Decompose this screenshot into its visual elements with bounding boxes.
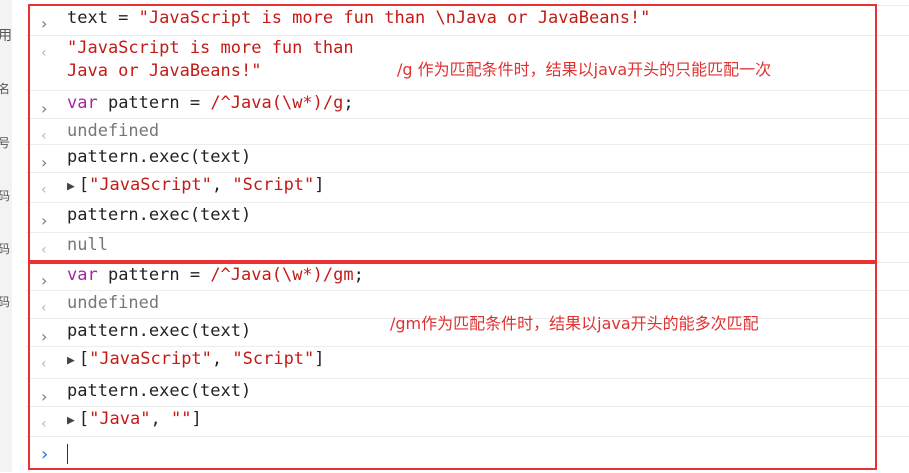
result-line: "JavaScript is more fun than: [67, 38, 354, 58]
code-token: /^Java(\w*)/g: [210, 93, 344, 113]
array-item: "Script": [232, 349, 315, 369]
console-input-row[interactable]: › text = "JavaScript is more fun than \nJ…: [26, 5, 909, 36]
console-output-row[interactable]: ‹ ▶ ["JavaScript", "Script"]: [26, 172, 909, 203]
expand-triangle-icon[interactable]: ▶: [67, 179, 75, 194]
console-result: undefined: [67, 293, 160, 313]
left-panel-char-5: 码: [0, 242, 11, 256]
input-prompt-icon: ›: [41, 387, 48, 406]
left-panel-char-3: 号: [0, 136, 11, 150]
array-bracket: ]: [191, 409, 202, 429]
console-command: var pattern = /^Java(\w*)/gm;: [67, 264, 364, 287]
left-panel-char-2: 名: [0, 82, 11, 96]
array-item: "": [170, 409, 192, 429]
console-result: null: [67, 235, 108, 255]
code-token: ;: [353, 265, 364, 285]
active-prompt-icon: ›: [41, 444, 49, 465]
array-item: "Script": [232, 175, 315, 195]
expand-triangle-icon[interactable]: ▶: [67, 353, 75, 368]
array-item: "JavaScript": [89, 349, 212, 369]
code-token: /^Java(\w*)/gm: [210, 265, 354, 285]
output-result-icon: ‹: [41, 416, 47, 432]
left-panel-char-4: 码: [0, 189, 11, 203]
array-separator: ,: [211, 175, 233, 195]
array-separator: ,: [211, 349, 233, 369]
console-input-row[interactable]: › var pattern = /^Java(\w*)/g;: [26, 90, 909, 121]
input-prompt-icon: ›: [41, 327, 48, 346]
console-result: undefined: [67, 121, 160, 141]
annotation-g-flag: /g 作为匹配条件时，结果以java开头的只能匹配一次: [397, 60, 772, 79]
array-bracket: [: [78, 409, 90, 429]
output-result-icon: ‹: [41, 356, 47, 372]
input-prompt-icon: ›: [41, 271, 48, 290]
console-command: pattern.exec(text): [67, 381, 252, 401]
console-result: ▶ ["JavaScript", "Script"]: [67, 174, 325, 198]
left-panel-char-1: 用: [0, 28, 12, 44]
code-token: ;: [343, 93, 354, 113]
expand-triangle-icon[interactable]: ▶: [67, 413, 75, 428]
input-prompt-icon: ›: [41, 99, 48, 118]
console-output-row[interactable]: ‹ undefined: [26, 118, 909, 145]
input-prompt-icon: ›: [41, 153, 48, 172]
code-token: var: [67, 265, 98, 285]
left-panel-char-6: 码: [0, 295, 11, 309]
result-line: Java or JavaBeans!": [67, 61, 262, 81]
array-separator: ,: [150, 409, 171, 429]
console-command: text = "JavaScript is more fun than \nJa…: [67, 7, 650, 30]
console-result: ▶ ["JavaScript", "Script"]: [67, 348, 325, 372]
console-caret: [67, 444, 68, 464]
code-token: var: [67, 93, 98, 113]
console-result: "JavaScript is more fun than Java or Java…: [67, 37, 354, 83]
console-command: var pattern = /^Java(\w*)/g;: [67, 92, 354, 115]
output-result-icon: ‹: [41, 182, 47, 198]
output-result-icon: ‹: [41, 242, 47, 258]
input-prompt-icon: ›: [41, 211, 48, 230]
code-token: pattern =: [97, 93, 211, 113]
console-input-row[interactable]: › pattern.exec(text): [26, 144, 909, 175]
input-prompt-icon: ›: [41, 14, 48, 33]
array-bracket: [: [78, 349, 90, 369]
console-command: pattern.exec(text): [67, 321, 252, 341]
console-input-row[interactable]: › pattern.exec(text): [26, 378, 909, 409]
code-token: text =: [67, 8, 139, 28]
array-item: "JavaScript": [89, 175, 212, 195]
console-input-row[interactable]: › var pattern = /^Java(\w*)/gm;: [26, 262, 909, 293]
console-command: pattern.exec(text): [67, 205, 252, 225]
console-scrollbar-gutter[interactable]: [12, 0, 26, 472]
array-item: "Java": [89, 409, 151, 429]
code-token: pattern =: [97, 265, 211, 285]
output-result-icon: ‹: [41, 45, 47, 61]
array-bracket: ]: [314, 349, 325, 369]
console-active-prompt-row[interactable]: ›: [26, 436, 909, 473]
console-result: ▶ ["Java", ""]: [67, 408, 202, 432]
console-output-row[interactable]: ‹ ▶ ["JavaScript", "Script"]: [26, 346, 909, 379]
console-output-row[interactable]: ‹ ▶ ["Java", ""]: [26, 406, 909, 437]
code-token: "JavaScript is more fun than \nJava or J…: [138, 8, 651, 28]
output-result-icon: ‹: [41, 300, 47, 316]
annotation-gm-flag: /gm作为匹配条件时，结果以java开头的能多次匹配: [390, 314, 759, 333]
array-bracket: ]: [314, 175, 325, 195]
console-input-row[interactable]: › pattern.exec(text): [26, 202, 909, 233]
array-bracket: [: [78, 175, 90, 195]
console-command: pattern.exec(text): [67, 147, 252, 167]
console-output-row[interactable]: ‹ null: [26, 232, 909, 261]
